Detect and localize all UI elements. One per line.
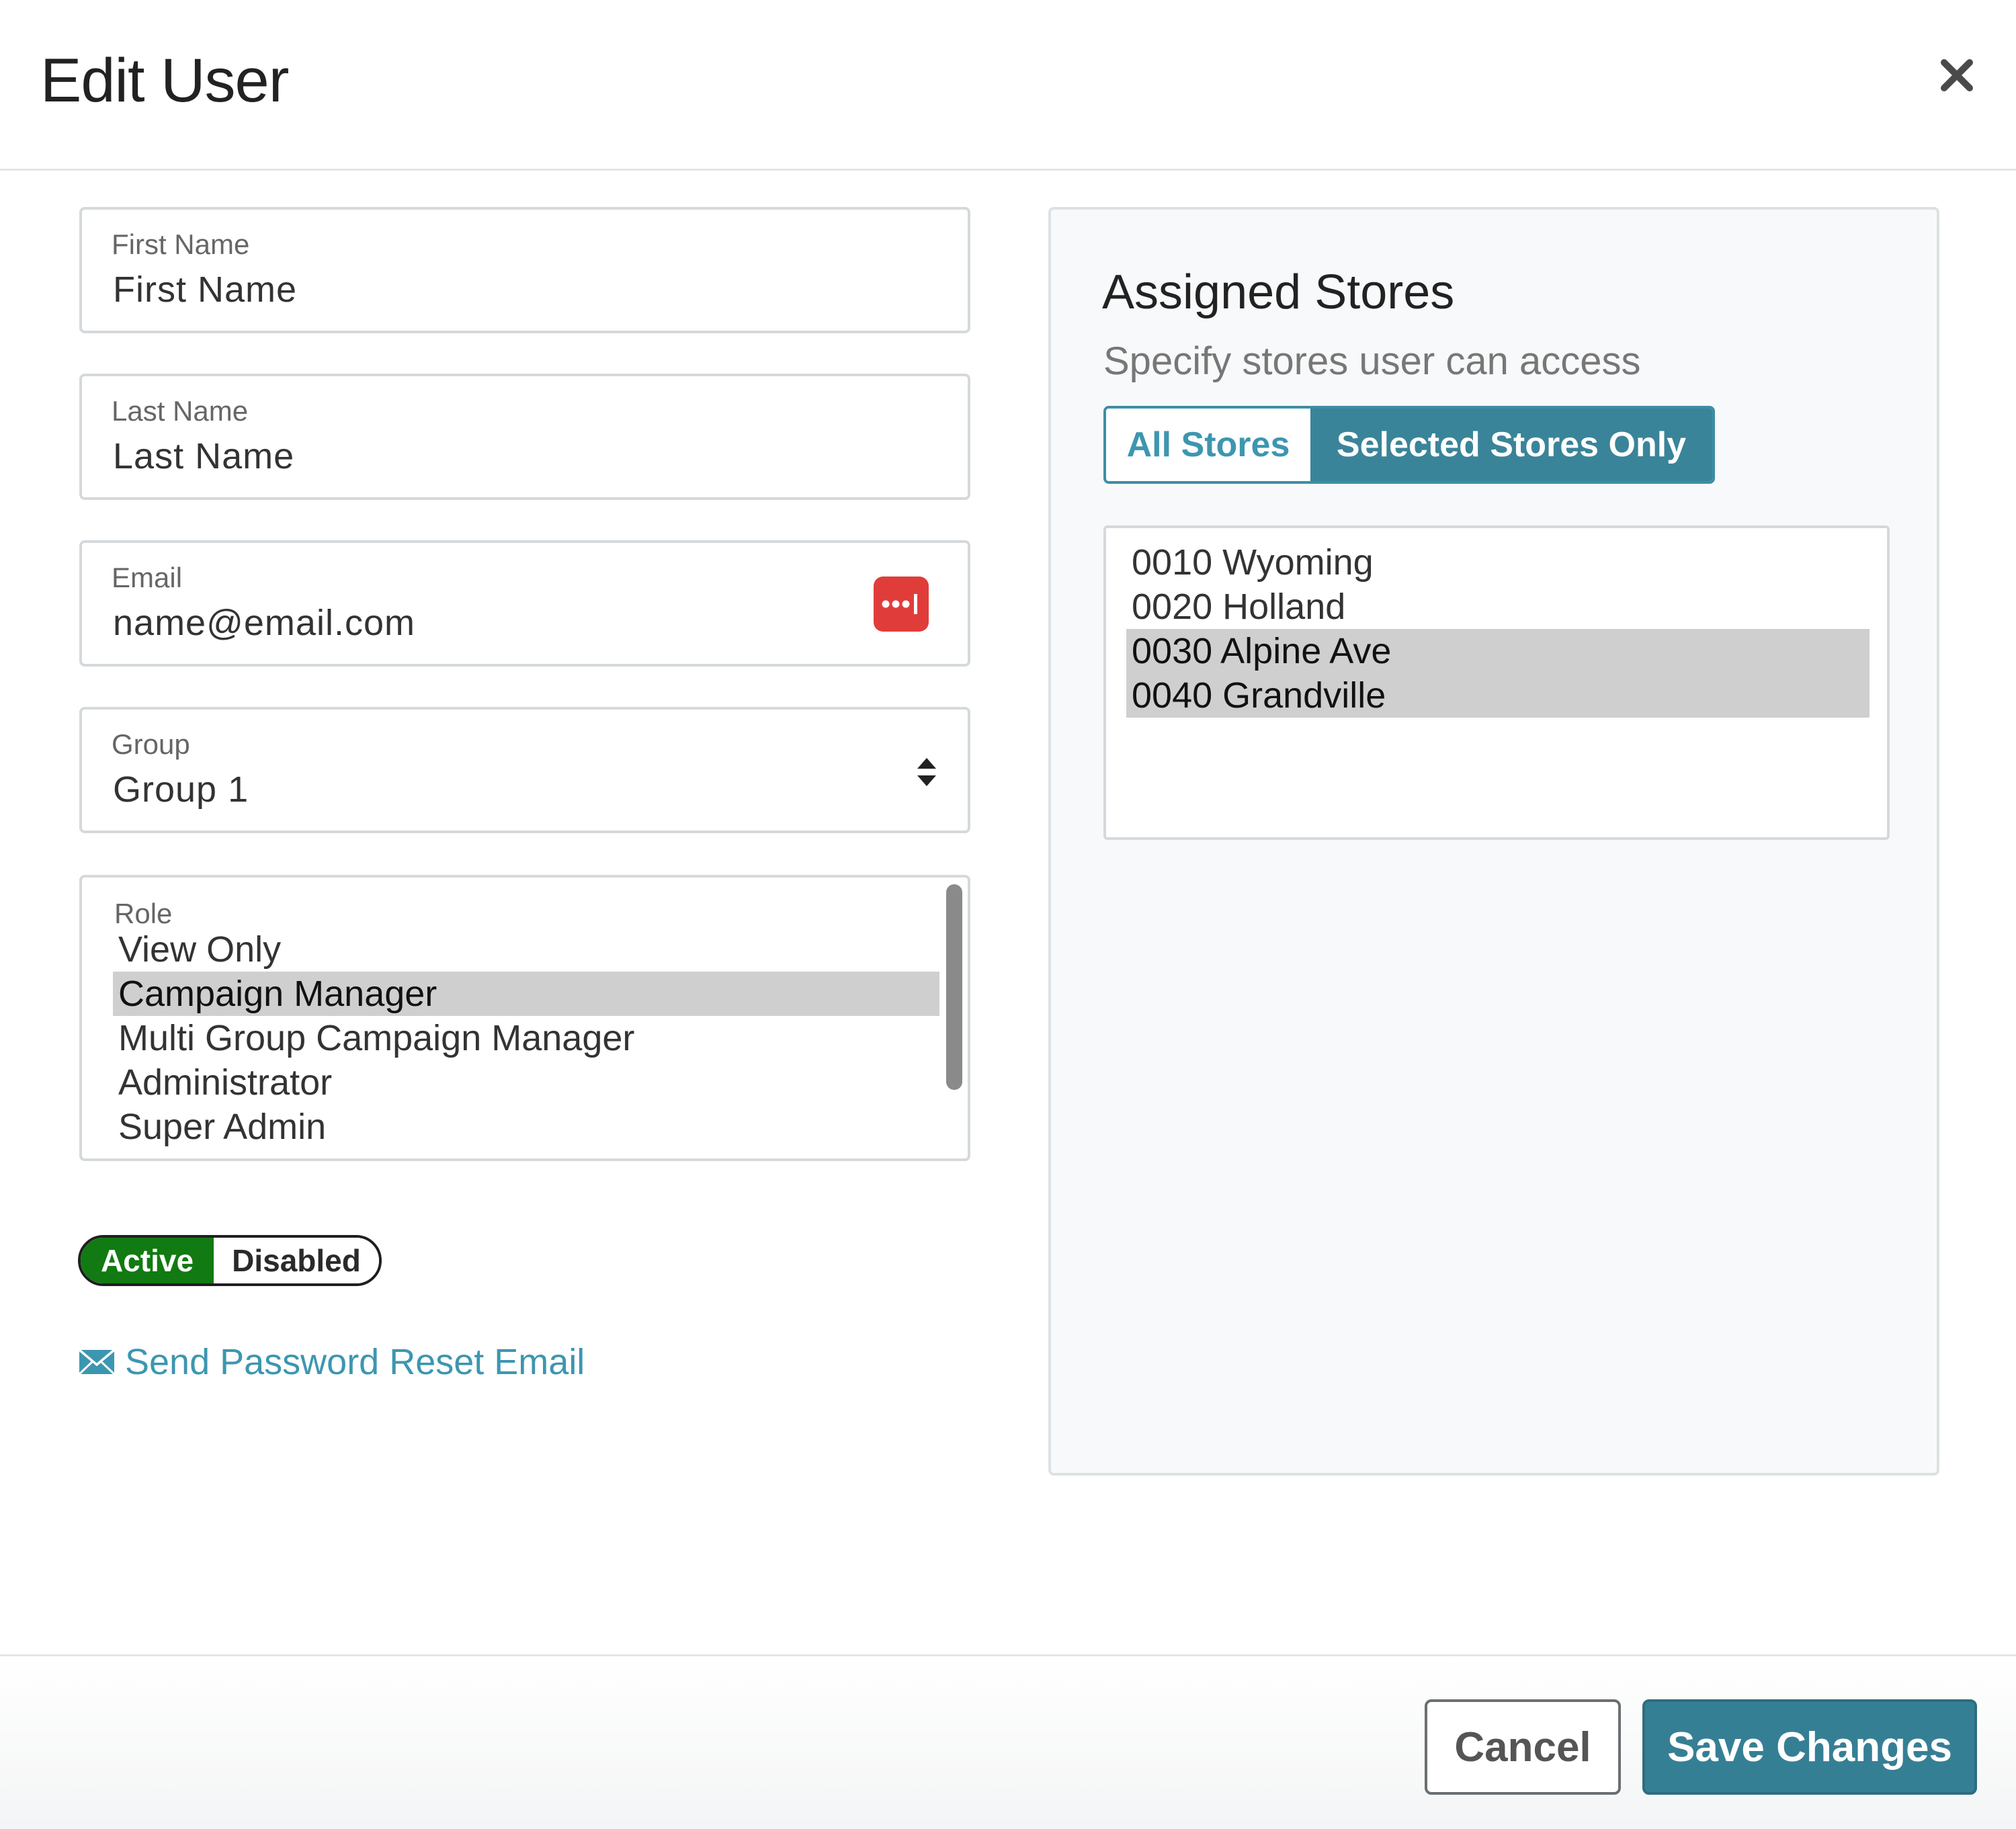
role-option-multi-group-campaign-manager[interactable]: Multi Group Campaign Manager	[113, 1016, 939, 1060]
last-name-field[interactable]: Last Name Last Name	[79, 374, 970, 500]
send-password-reset-label: Send Password Reset Email	[125, 1342, 585, 1382]
assigned-stores-panel: Assigned Stores Specify stores user can …	[1048, 207, 1939, 1476]
role-option-administrator[interactable]: Administrator	[113, 1060, 939, 1105]
status-disabled-option[interactable]: Disabled	[214, 1238, 379, 1283]
role-label: Role	[114, 898, 173, 929]
group-label: Group	[112, 728, 190, 760]
stores-options: 0010 Wyoming 0020 Holland 0030 Alpine Av…	[1126, 540, 1870, 718]
first-name-label: First Name	[112, 228, 250, 260]
group-select[interactable]: Group Group 1	[79, 707, 970, 833]
all-stores-option[interactable]: All Stores	[1106, 409, 1310, 481]
first-name-input[interactable]: First Name	[113, 269, 297, 310]
save-changes-button[interactable]: Save Changes	[1642, 1699, 1977, 1795]
first-name-field[interactable]: First Name First Name	[79, 207, 970, 333]
modal-header: Edit User	[0, 0, 2016, 171]
email-input[interactable]: name@email.com	[113, 602, 415, 644]
send-password-reset-link[interactable]: Send Password Reset Email	[78, 1341, 585, 1383]
stores-listbox[interactable]: 0010 Wyoming 0020 Holland 0030 Alpine Av…	[1103, 525, 1890, 840]
password-manager-icon	[874, 577, 929, 632]
modal-title: Edit User	[40, 46, 289, 115]
assigned-stores-subtitle: Specify stores user can access	[1103, 339, 1641, 383]
status-active-option[interactable]: Active	[81, 1238, 214, 1283]
group-value: Group 1	[113, 769, 249, 810]
close-icon	[1941, 59, 1973, 91]
edit-user-modal: Edit User First Name First Name Last Nam…	[0, 0, 2016, 1829]
role-listbox[interactable]: Role View Only Campaign Manager Multi Gr…	[79, 875, 970, 1161]
selected-stores-only-option[interactable]: Selected Stores Only	[1310, 409, 1712, 481]
store-option[interactable]: 0040 Grandville	[1126, 673, 1870, 718]
status-toggle[interactable]: Active Disabled	[78, 1235, 382, 1286]
last-name-label: Last Name	[112, 395, 249, 427]
assigned-stores-title: Assigned Stores	[1102, 265, 1455, 319]
close-button[interactable]	[1930, 48, 1984, 102]
role-options: View Only Campaign Manager Multi Group C…	[113, 927, 939, 1149]
email-label: Email	[112, 562, 183, 593]
last-name-input[interactable]: Last Name	[113, 435, 294, 477]
store-option[interactable]: 0010 Wyoming	[1126, 540, 1870, 585]
store-access-toggle[interactable]: All Stores Selected Stores Only	[1103, 406, 1715, 484]
cancel-button[interactable]: Cancel	[1425, 1699, 1621, 1795]
role-option-campaign-manager[interactable]: Campaign Manager	[113, 972, 939, 1016]
store-option[interactable]: 0030 Alpine Ave	[1126, 629, 1870, 673]
role-scrollbar[interactable]	[946, 884, 962, 1090]
modal-footer: Cancel Save Changes	[0, 1654, 2016, 1829]
select-arrows-icon	[915, 755, 938, 792]
password-manager-button[interactable]	[874, 577, 929, 635]
role-option-view-only[interactable]: View Only	[113, 927, 939, 972]
envelope-icon	[78, 1349, 116, 1375]
role-option-super-admin[interactable]: Super Admin	[113, 1105, 939, 1149]
email-field[interactable]: Email name@email.com	[79, 540, 970, 667]
store-option[interactable]: 0020 Holland	[1126, 585, 1870, 629]
